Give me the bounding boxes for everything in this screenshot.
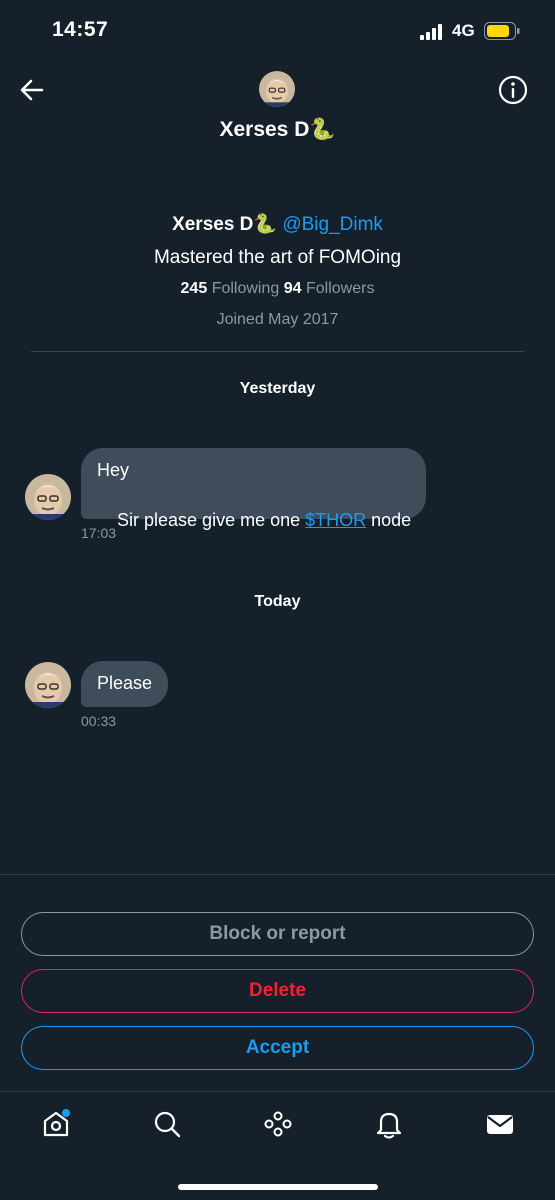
message-text: Please: [97, 673, 153, 693]
home-icon[interactable]: [40, 1108, 72, 1140]
message-time: 17:03: [81, 525, 117, 541]
block-or-report-button[interactable]: Block or report: [21, 912, 534, 956]
search-icon[interactable]: [151, 1108, 183, 1140]
message-text: Sir please give me one: [117, 510, 306, 530]
divider: [0, 874, 555, 875]
divider: [31, 351, 524, 352]
delete-button[interactable]: Delete: [21, 969, 534, 1013]
day-label-yesterday: Yesterday: [239, 380, 316, 397]
messages-icon[interactable]: [484, 1108, 516, 1140]
cellular-signal-icon: [420, 24, 442, 40]
spaces-icon[interactable]: [262, 1108, 294, 1140]
message-time: 00:33: [81, 713, 117, 729]
profile-name: Xerses D🐍: [172, 214, 278, 235]
day-label-today: Today: [254, 593, 301, 610]
notifications-icon[interactable]: [373, 1108, 405, 1140]
profile-stats: 245 Following 94 Followers: [0, 280, 555, 298]
header-name: Xerses D🐍: [219, 118, 336, 141]
home-indicator[interactable]: [178, 1184, 378, 1190]
following-label: Following: [211, 280, 280, 297]
profile-joined: Joined May 2017: [216, 311, 339, 328]
sender-avatar[interactable]: [25, 474, 71, 520]
battery-icon: [484, 22, 520, 40]
following-count: 245: [180, 280, 208, 297]
message-bubble[interactable]: Please: [81, 661, 169, 707]
profile-handle[interactable]: @Big_Dimk: [282, 214, 383, 235]
message-bubble[interactable]: Hey Sir please give me one $THOR node: [81, 448, 426, 530]
back-arrow-icon[interactable]: [18, 76, 46, 104]
divider: [0, 1091, 555, 1092]
status-time: 14:57: [52, 18, 109, 41]
sender-avatar[interactable]: [25, 662, 71, 708]
message-line: Sir please give me one $THOR node: [97, 483, 412, 558]
network-type: 4G: [452, 21, 475, 40]
info-icon[interactable]: [497, 74, 529, 106]
header-avatar[interactable]: [259, 71, 295, 107]
profile-name-line[interactable]: Xerses D🐍 @Big_Dimk: [0, 212, 555, 236]
message-text: node: [366, 510, 412, 530]
profile-bio: Mastered the art of FOMOing: [153, 247, 402, 268]
cashtag-link[interactable]: $THOR: [305, 510, 366, 530]
followers-count: 94: [283, 280, 302, 297]
message-line: Hey: [97, 460, 130, 480]
accept-button[interactable]: Accept: [21, 1026, 534, 1070]
followers-label: Followers: [305, 280, 375, 297]
